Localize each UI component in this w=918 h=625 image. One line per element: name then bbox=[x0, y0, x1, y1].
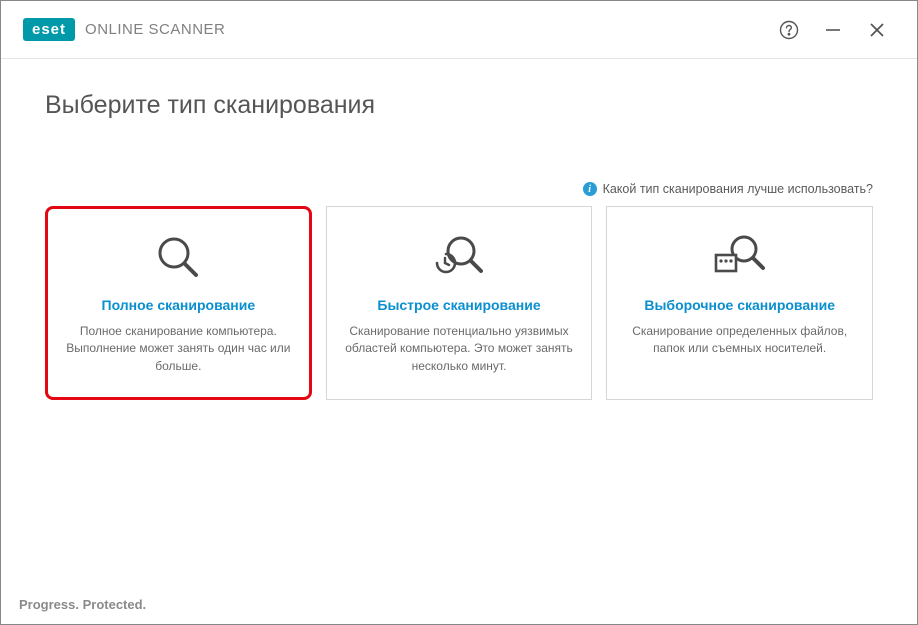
content-area: Выберите тип сканирования i Какой тип ск… bbox=[1, 59, 917, 624]
quick-scan-title: Быстрое сканирование bbox=[377, 297, 540, 313]
quick-scan-desc: Сканирование потенциально уязвимых облас… bbox=[345, 323, 574, 375]
minimize-button[interactable] bbox=[811, 8, 855, 52]
custom-scan-desc: Сканирование определенных файлов, папок … bbox=[625, 323, 854, 358]
hint-row: i Какой тип сканирования лучше использов… bbox=[45, 182, 873, 196]
info-icon: i bbox=[583, 182, 597, 196]
help-icon bbox=[779, 20, 799, 40]
app-window: eset ONLINE SCANNER Выберите тип сканиро… bbox=[0, 0, 918, 625]
minimize-icon bbox=[824, 21, 842, 39]
titlebar: eset ONLINE SCANNER bbox=[1, 1, 917, 59]
product-name: ONLINE SCANNER bbox=[85, 21, 225, 38]
magnifier-checklist-icon bbox=[712, 229, 768, 285]
scan-type-hint-link[interactable]: Какой тип сканирования лучше использоват… bbox=[603, 182, 873, 196]
magnifier-icon bbox=[152, 229, 204, 285]
magnifier-clock-icon bbox=[431, 229, 487, 285]
scan-type-cards: Полное сканирование Полное сканирование … bbox=[45, 206, 873, 400]
page-title: Выберите тип сканирования bbox=[45, 91, 873, 120]
full-scan-desc: Полное сканирование компьютера. Выполнен… bbox=[64, 323, 293, 375]
close-button[interactable] bbox=[855, 8, 899, 52]
custom-scan-card[interactable]: Выборочное сканирование Сканирование опр… bbox=[606, 206, 873, 400]
close-icon bbox=[868, 21, 886, 39]
full-scan-card[interactable]: Полное сканирование Полное сканирование … bbox=[45, 206, 312, 400]
full-scan-title: Полное сканирование bbox=[102, 297, 256, 313]
custom-scan-title: Выборочное сканирование bbox=[644, 297, 835, 313]
footer-tagline: Progress. Protected. bbox=[19, 597, 146, 612]
help-button[interactable] bbox=[767, 8, 811, 52]
brand-logo: eset bbox=[23, 18, 75, 41]
quick-scan-card[interactable]: Быстрое сканирование Сканирование потенц… bbox=[326, 206, 593, 400]
